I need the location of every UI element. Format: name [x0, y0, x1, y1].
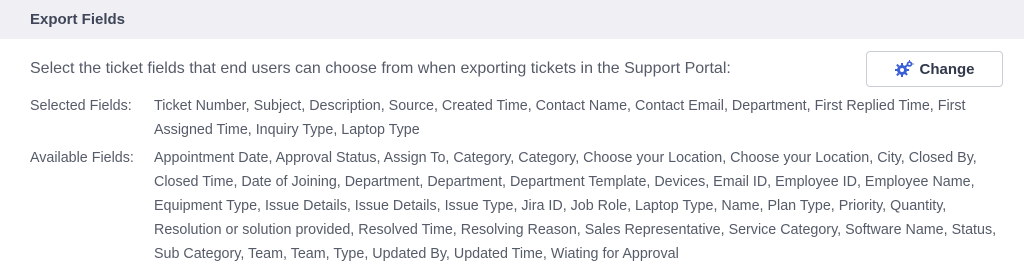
export-fields-description: Select the ticket fields that end users … [30, 60, 731, 77]
available-fields-label: Available Fields: [30, 150, 134, 166]
gears-icon [895, 60, 915, 77]
selected-fields-value: Ticket Number, Subject, Description, Sou… [154, 98, 966, 138]
available-fields-value: Appointment Date, Approval Status, Assig… [154, 150, 997, 262]
change-button-label: Change [919, 60, 975, 78]
change-button[interactable]: Change [866, 51, 1003, 87]
section-header: Export Fields [0, 0, 1024, 39]
selected-fields-label: Selected Fields: [30, 98, 132, 114]
section-title: Export Fields [30, 11, 126, 28]
